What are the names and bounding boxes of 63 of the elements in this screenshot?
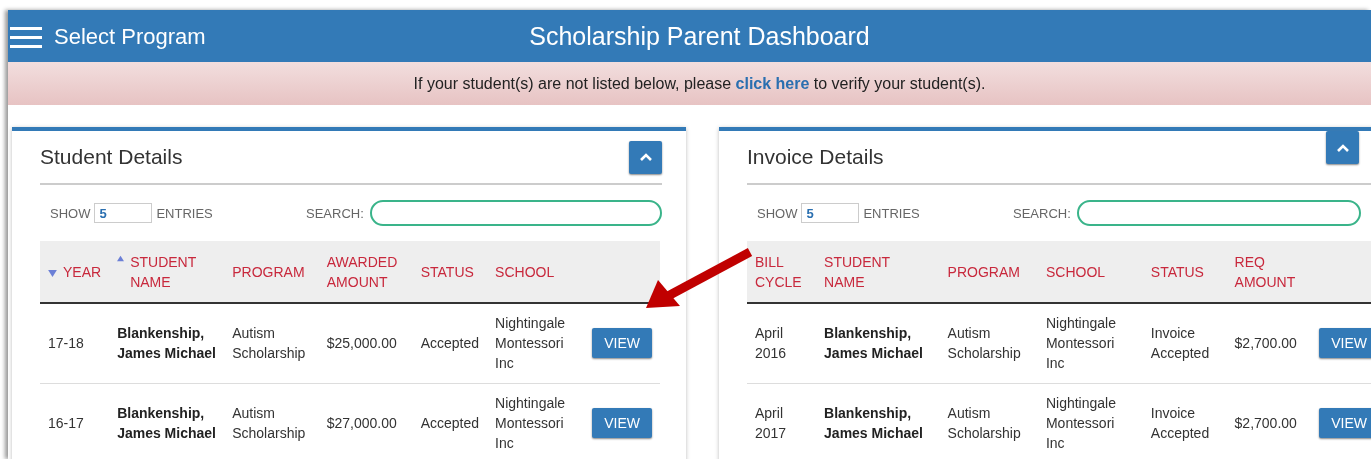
show-label: SHOW [757, 205, 798, 221]
column-header[interactable]: REQ AMOUNT [1226, 241, 1312, 303]
column-header[interactable]: YEAR [40, 241, 110, 303]
table-cell: $2,700.00 [1226, 303, 1312, 383]
notice-text: If your student(s) are not listed below, please click here to verify your student(s). [413, 74, 986, 93]
table-cell: Accepted [412, 303, 488, 383]
select-program-link[interactable]: Select Program [54, 24, 206, 50]
search-field[interactable] [1076, 200, 1361, 226]
column-header[interactable]: SCHOOL [487, 241, 585, 303]
table-cell: Autism Scholarship [939, 383, 1038, 459]
entries-label: ENTRIES [863, 205, 920, 221]
column-header[interactable]: SCHOOL [1037, 241, 1143, 303]
chevron-up-icon [1336, 143, 1349, 152]
table-cell: 17-18 [40, 303, 110, 383]
table-cell: Autism Scholarship [224, 383, 319, 459]
entries-label: ENTRIES [156, 205, 213, 221]
table-cell: Autism Scholarship [939, 303, 1038, 383]
column-header[interactable]: PROGRAM [939, 241, 1038, 303]
table-cell: April 2016 [747, 303, 817, 383]
table-cell: Nightingale Montessori Inc [1037, 303, 1143, 383]
view-button[interactable]: VIEW [592, 408, 652, 438]
student-name: Blankenship, James Michael [816, 303, 940, 383]
search-label: SEARCH: [1013, 205, 1071, 221]
table-cell: Autism Scholarship [224, 303, 319, 383]
page-title: Scholarship Parent Dashboard [529, 21, 870, 51]
search-field[interactable] [369, 200, 662, 226]
chevron-up-icon [639, 153, 652, 161]
table-cell: $2,700.00 [1226, 383, 1312, 459]
table-cell: Nightingale Montessori Inc [487, 303, 585, 383]
view-button[interactable]: VIEW [1319, 408, 1371, 438]
table-cell: 16-17 [40, 383, 110, 459]
entries-field[interactable]: 5 [801, 203, 860, 223]
collapse-button[interactable] [629, 140, 662, 174]
table-cell: $25,000.00 [318, 303, 413, 383]
entries-field[interactable]: 5 [94, 203, 153, 223]
column-header[interactable]: AWARDED AMOUNT [318, 241, 413, 303]
show-label: SHOW [50, 205, 91, 221]
panel-title: Invoice Details [747, 145, 884, 169]
table-cell: Invoice Accepted [1142, 303, 1227, 383]
column-header[interactable]: STUDENT NAME [109, 241, 225, 303]
sort-descending-icon[interactable] [48, 269, 57, 277]
menu-icon[interactable] [10, 25, 42, 49]
column-header[interactable]: STATUS [1142, 241, 1227, 303]
table-cell: April 2017 [747, 383, 817, 459]
view-button[interactable]: VIEW [592, 328, 652, 359]
view-button[interactable]: VIEW [1319, 328, 1371, 359]
panel-title: Student Details [40, 145, 183, 169]
student-name: Blankenship, James Michael [816, 383, 940, 459]
table-cell: Accepted [412, 383, 488, 459]
column-header[interactable]: BILL CYCLE [747, 241, 817, 303]
student-name: Blankenship, James Michael [109, 383, 225, 459]
collapse-button[interactable] [1326, 131, 1359, 164]
table-cell: Invoice Accepted [1142, 383, 1227, 459]
verify-link[interactable]: click here [735, 74, 810, 92]
search-label: SEARCH: [306, 205, 364, 221]
student-name: Blankenship, James Michael [109, 303, 225, 383]
column-header[interactable]: STUDENT NAME [816, 241, 940, 303]
table-cell: Nightingale Montessori Inc [1037, 383, 1143, 459]
sort-ascending-icon[interactable] [117, 254, 125, 262]
table-cell: Nightingale Montessori Inc [487, 383, 585, 459]
column-header[interactable]: STATUS [412, 241, 488, 303]
table-cell: $27,000.00 [318, 383, 413, 459]
column-header[interactable]: PROGRAM [224, 241, 319, 303]
